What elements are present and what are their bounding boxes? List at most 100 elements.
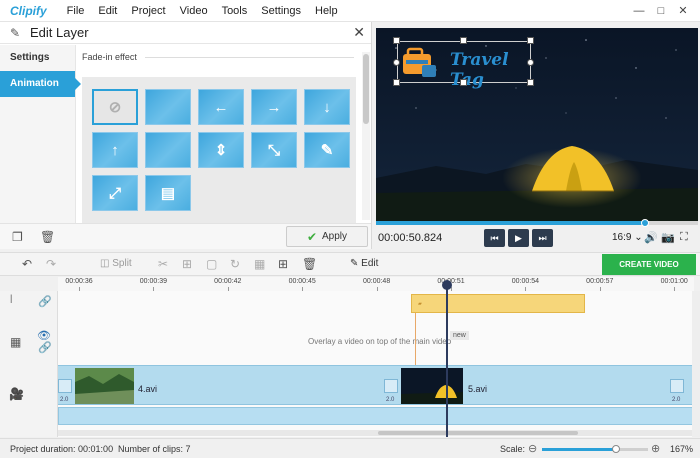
ruler-tick-label: 00:00:42	[214, 278, 242, 285]
timeline-vertical-scrollbar[interactable]	[692, 291, 700, 437]
link-icon-2[interactable]: 🔗	[38, 341, 52, 354]
transition-duration: 2.0	[386, 397, 395, 403]
split-button[interactable]: ◫ Split	[100, 258, 132, 269]
resize-handle[interactable]	[393, 79, 400, 86]
scale-slider-knob[interactable]	[612, 445, 620, 453]
zoom-out-icon[interactable]: ⊖	[528, 442, 537, 455]
effect-slide-up[interactable]: ↑	[92, 132, 138, 168]
edit-layer-panel: ✎ Edit Layer ✕ Settings Animation Fade-i…	[0, 22, 372, 249]
aspect-value: 16:9	[612, 232, 632, 243]
effect-slide-right[interactable]: →	[251, 89, 297, 125]
snapshot-icon[interactable]: 📷	[661, 231, 675, 244]
logo-selection-box[interactable]: Travel Tag	[397, 41, 531, 90]
resize-handle[interactable]	[527, 37, 534, 44]
aspect-ratio-select[interactable]: 16:9 ⌄	[612, 232, 643, 243]
filmstrip-icon: ▦	[10, 335, 22, 349]
minimize-icon[interactable]: —	[628, 3, 650, 19]
ruler-tick-label: 00:00:45	[288, 278, 316, 285]
zoom-in-icon[interactable]: ⊕	[651, 442, 660, 455]
previous-icon[interactable]: ⏮	[484, 229, 505, 247]
status-bar: Project duration: 00:01:00 Number of cli…	[0, 438, 700, 458]
close-icon[interactable]: ✕	[672, 3, 694, 19]
close-panel-icon[interactable]: ✕	[353, 24, 365, 41]
video-preview[interactable]: Travel Tag	[376, 28, 698, 221]
edit-button[interactable]: ✎ Edit	[350, 258, 378, 269]
resize-handle[interactable]	[460, 37, 467, 44]
maximize-icon[interactable]: □	[650, 3, 672, 19]
resize-handle[interactable]	[527, 59, 534, 66]
effect-assemble[interactable]: ▤	[145, 175, 191, 211]
scroll-thumb[interactable]	[363, 54, 369, 124]
effect-slide-left[interactable]: ←	[198, 89, 244, 125]
clip-thumbnail-5[interactable]	[401, 368, 463, 404]
effect-draw-pen[interactable]: ✎	[304, 132, 350, 168]
fullscreen-icon[interactable]: ⛶	[680, 231, 688, 244]
edit-label: Edit	[361, 258, 379, 269]
effect-expand-corners[interactable]: ⤢	[92, 175, 138, 211]
resize-handle[interactable]	[393, 59, 400, 66]
scale-slider[interactable]	[542, 445, 648, 453]
play-icon[interactable]: ▶	[508, 229, 529, 247]
progress-fill	[376, 221, 644, 225]
apply-button[interactable]: ✔ Apply	[286, 226, 368, 247]
trash-icon[interactable]: 🗑	[40, 230, 55, 244]
effect-fade-gradient[interactable]	[145, 89, 191, 125]
redo-icon[interactable]: ↷	[46, 257, 56, 271]
apply-label: Apply	[322, 231, 348, 242]
main-video-track[interactable]: 2.0 4.avi 2.0 5.avi 2.0	[58, 365, 694, 405]
tab-settings[interactable]: Settings	[0, 45, 75, 71]
audio-track[interactable]	[58, 407, 694, 425]
playhead[interactable]	[446, 283, 448, 437]
clip-thumbnail-4[interactable]	[75, 368, 134, 404]
transition-duration: 2.0	[672, 397, 681, 403]
effect-slide-down[interactable]: ↓	[304, 89, 350, 125]
playback-controls: 00:00:50.824 ⏮ ▶ ⏭ 16:9 ⌄ 🔊 📷 ⛶	[376, 226, 698, 250]
effect-none[interactable]: ⊘	[92, 89, 138, 125]
duplicate-icon[interactable]: ❐	[12, 230, 23, 244]
next-icon[interactable]: ⏭	[532, 229, 553, 247]
menu-edit[interactable]: Edit	[98, 5, 117, 17]
menu-tools[interactable]: Tools	[222, 5, 248, 17]
effect-expand-vertical[interactable]: ⇕	[198, 132, 244, 168]
overlay-logo-clip[interactable]: ▰	[411, 294, 585, 313]
edit-layer-title: Edit Layer	[30, 25, 89, 40]
menu-project[interactable]: Project	[131, 5, 165, 17]
effects-scrollbar[interactable]	[362, 52, 370, 220]
overlay-hint: Overlay a video on top of the main video	[308, 337, 452, 346]
volume-icon[interactable]: 🔊	[644, 231, 658, 244]
timeline-horizontal-scrollbar[interactable]	[58, 430, 692, 436]
playhead-handle[interactable]	[442, 280, 452, 290]
ruler-tick-label: 00:01:00	[660, 278, 688, 285]
resize-handle[interactable]	[393, 37, 400, 44]
create-video-button[interactable]: CREATE VIDEO	[602, 254, 696, 275]
resize-handle[interactable]	[527, 79, 534, 86]
timeline-ruler[interactable]: 00:00:36 00:00:39 00:00:42 00:00:45 00:00:48…	[58, 277, 694, 291]
menu-settings[interactable]: Settings	[261, 5, 301, 17]
effect-fade-gradient-2[interactable]	[145, 132, 191, 168]
delete-icon[interactable]: 🗑	[302, 257, 317, 271]
transition-icon[interactable]	[670, 379, 684, 393]
frame-icon[interactable]: ▢	[206, 257, 217, 271]
undo-icon[interactable]: ↶	[22, 257, 32, 271]
menu-file[interactable]: File	[67, 5, 85, 17]
filter-icon[interactable]: ▦	[254, 257, 265, 271]
menu-video[interactable]: Video	[180, 5, 208, 17]
tab-animation[interactable]: Animation	[0, 71, 81, 97]
pencil-icon: ✎	[10, 25, 21, 40]
rotate-icon[interactable]: ↻	[230, 257, 240, 271]
playback-progress[interactable]	[376, 219, 698, 227]
menu-help[interactable]: Help	[315, 5, 338, 17]
effect-collapse-center[interactable]: ⤡	[251, 132, 297, 168]
ruler-tick-label: 00:00:54	[511, 278, 540, 285]
hscroll-thumb[interactable]	[378, 431, 578, 435]
timeline-tracks[interactable]: Overlay a video on top of the main video…	[58, 291, 694, 437]
resize-handle[interactable]	[460, 79, 467, 86]
title-bar: Clipify File Edit Project Video Tools Se…	[0, 0, 700, 22]
cut-icon[interactable]: ✂	[158, 257, 168, 271]
transition-icon[interactable]	[58, 379, 72, 393]
crop-icon[interactable]: ⊞	[182, 257, 192, 271]
track-headers: | 🔗 ▦ 👁 🔗 🎥	[0, 291, 58, 437]
add-clip-icon[interactable]: ⊞	[278, 257, 288, 271]
transition-icon[interactable]	[384, 379, 398, 393]
link-icon[interactable]: 🔗	[38, 295, 52, 308]
